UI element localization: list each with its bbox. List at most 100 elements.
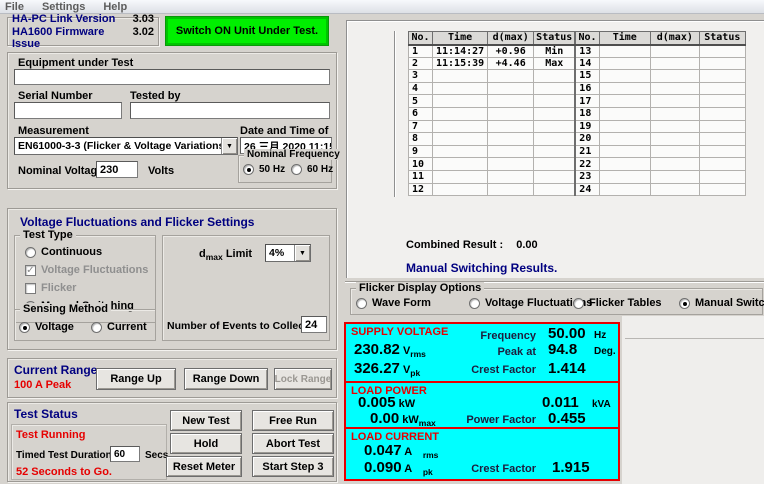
kwmax-value: 0.00: [370, 410, 399, 427]
table-row[interactable]: 315: [409, 70, 746, 83]
table-row[interactable]: 111:14:27+0.96Min13: [409, 45, 746, 58]
test-state-text: Test Running: [16, 429, 85, 441]
flicker-display-options-group: Flicker Display Options Wave Form Voltag…: [350, 288, 763, 315]
load-power-section: LOAD POWER 0.005 kW 0.011 kVA 0.00 kWmax…: [344, 381, 620, 429]
header-status: Status: [534, 32, 576, 45]
radio-60hz-label: 60 Hz: [307, 164, 333, 175]
pc-link-version-value: 3.03: [133, 13, 154, 25]
menu-settings[interactable]: Settings: [42, 1, 85, 13]
flicker-display-options-label: Flicker Display Options: [356, 282, 484, 294]
menu-file[interactable]: File: [5, 1, 24, 13]
table-cell: [433, 82, 488, 95]
table-cell: [433, 183, 488, 196]
menu-help[interactable]: Help: [103, 1, 127, 13]
radio-continuous[interactable]: Continuous: [25, 246, 102, 258]
radio-50hz[interactable]: 50 Hz: [243, 164, 285, 175]
table-cell: [433, 133, 488, 146]
dmax-limit-dropdown[interactable]: 4% ▼: [265, 244, 311, 262]
radio-manual-switching-display[interactable]: Manual Switching: [679, 297, 764, 309]
range-up-button[interactable]: Range Up: [96, 368, 176, 390]
dropdown-arrow-icon[interactable]: ▼: [221, 138, 237, 154]
dmax-dropdown-arrow-icon[interactable]: ▼: [294, 245, 310, 261]
radio-sensing-current[interactable]: Current: [91, 321, 147, 333]
timed-duration-input[interactable]: [110, 446, 140, 462]
apk-unit: A: [404, 463, 412, 475]
lock-range-button[interactable]: Lock Range: [274, 368, 332, 390]
table-cell: [650, 158, 699, 171]
current-range-box: Current Range 100 A Peak Range Up Range …: [7, 358, 337, 398]
peak-at-unit: Deg.: [594, 346, 616, 357]
kw-unit: kW: [399, 398, 416, 410]
table-cell: [433, 95, 488, 108]
table-cell: 10: [409, 158, 433, 171]
header-no-2: No.: [575, 32, 599, 45]
table-row[interactable]: 618: [409, 107, 746, 120]
table-row[interactable]: 921: [409, 145, 746, 158]
radio-wave-form[interactable]: Wave Form: [356, 297, 431, 309]
table-row[interactable]: 416: [409, 82, 746, 95]
current-range-value: 100 A Peak: [14, 379, 71, 391]
events-to-collect-input[interactable]: [301, 316, 327, 333]
table-cell: [699, 170, 745, 183]
table-cell: [599, 82, 650, 95]
table-row[interactable]: 719: [409, 120, 746, 133]
table-cell: [534, 145, 576, 158]
equipment-under-test-input[interactable]: [14, 69, 330, 85]
checkbox-voltage-fluctuations-icon: [25, 265, 36, 276]
table-cell: Min: [534, 45, 576, 58]
equipment-group-box: Equipment under Test Serial Number Teste…: [7, 52, 337, 189]
dmax-limit-value: 4%: [266, 247, 294, 259]
checkbox-flicker[interactable]: Flicker: [25, 282, 76, 294]
results-panel-divider: [394, 31, 396, 197]
new-test-button[interactable]: New Test: [170, 410, 242, 431]
hold-button[interactable]: Hold: [170, 433, 242, 454]
kva-unit: kVA: [592, 399, 611, 410]
measurement-dropdown[interactable]: EN61000-3-3 (Flicker & Voltage Variation…: [14, 137, 238, 155]
nominal-voltage-input[interactable]: [96, 161, 138, 178]
table-cell: [650, 107, 699, 120]
checkbox-flicker-label: Flicker: [41, 282, 76, 294]
table-cell: [699, 57, 745, 70]
range-down-button[interactable]: Range Down: [184, 368, 268, 390]
table-cell: +4.46: [488, 57, 534, 70]
serial-number-input[interactable]: [14, 102, 122, 119]
switch-on-unit-button[interactable]: Switch ON Unit Under Test.: [166, 17, 328, 45]
nominal-frequency-group: Nominal Frequency 50 Hz 60 Hz: [238, 155, 332, 183]
table-cell: [599, 107, 650, 120]
table-row[interactable]: 1224: [409, 183, 746, 196]
radio-flicker-tables-label: Flicker Tables: [589, 297, 662, 309]
table-cell: [650, 82, 699, 95]
radio-manual-switching-display-icon: [679, 298, 690, 309]
table-cell: 14: [575, 57, 599, 70]
manual-switching-results-caption: Manual Switching Results.: [406, 261, 557, 275]
table-cell: 8: [409, 133, 433, 146]
tested-by-input[interactable]: [130, 102, 330, 119]
radio-60hz[interactable]: 60 Hz: [291, 164, 333, 175]
tested-by-label: Tested by: [130, 90, 181, 102]
table-cell: 20: [575, 133, 599, 146]
sensing-method-label: Sensing Method: [20, 303, 111, 315]
table-row[interactable]: 1123: [409, 170, 746, 183]
table-cell: [650, 120, 699, 133]
arms-value: 0.047: [364, 442, 402, 459]
table-row[interactable]: 211:15:39+4.46Max14: [409, 57, 746, 70]
table-row[interactable]: 1022: [409, 158, 746, 171]
checkbox-voltage-fluctuations[interactable]: Voltage Fluctuations: [25, 264, 148, 276]
reset-meter-button[interactable]: Reset Meter: [166, 456, 242, 477]
combined-result-value: 0.00: [516, 239, 537, 251]
firmware-issue-label: HA1600 Firmware Issue: [12, 26, 133, 50]
table-row[interactable]: 8 20: [409, 133, 746, 146]
table-row[interactable]: 517: [409, 95, 746, 108]
abort-test-button[interactable]: Abort Test: [252, 433, 334, 454]
table-cell: [699, 107, 745, 120]
free-run-button[interactable]: Free Run: [252, 410, 334, 431]
table-cell: 11:14:27: [433, 45, 488, 58]
start-step3-button[interactable]: Start Step 3: [252, 456, 334, 477]
table-cell: [488, 70, 534, 83]
radio-flicker-tables[interactable]: Flicker Tables: [573, 297, 662, 309]
table-cell: [699, 183, 745, 196]
table-cell: 15: [575, 70, 599, 83]
radio-sensing-voltage[interactable]: Voltage: [19, 321, 74, 333]
load-current-section: LOAD CURRENT 0.047 A rms 0.090 A pk Cres…: [344, 427, 620, 481]
table-cell: [534, 95, 576, 108]
